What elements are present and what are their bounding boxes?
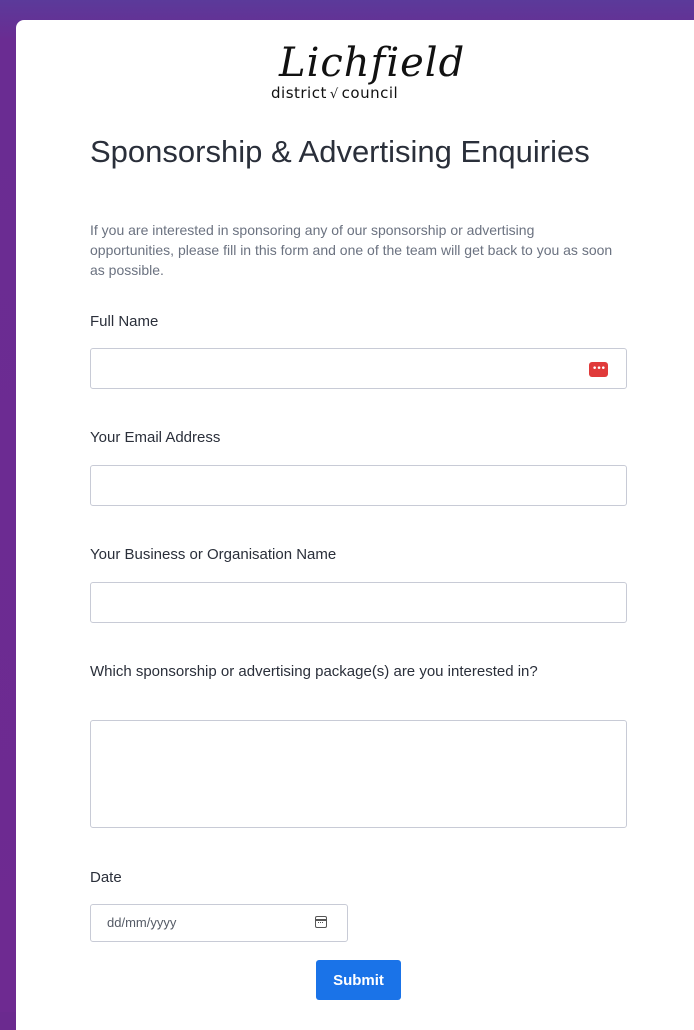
form-description: If you are interested in sponsoring any … [90, 222, 613, 278]
calendar-icon[interactable] [315, 916, 327, 928]
form-card: Lichfield district √ council Sponsorship &… [16, 20, 694, 1030]
logo-sub-right: council [341, 84, 399, 102]
lichfield-logo: Lichfield district √ council [266, 40, 466, 110]
business-name-label: Your Business or Organisation Name [90, 546, 337, 563]
submit-button[interactable]: Submit [316, 960, 401, 1000]
date-label: Date [90, 869, 122, 886]
full-name-label: Full Name [90, 313, 159, 330]
password-manager-icon[interactable]: ••• [589, 362, 608, 377]
logo-subtitle: district √ council [271, 84, 398, 102]
page-title: Sponsorship & Advertising Enquiries [90, 134, 590, 169]
date-placeholder: dd/mm/yyyy [107, 915, 177, 930]
email-input[interactable] [90, 465, 627, 506]
full-name-input[interactable]: ••• [90, 348, 627, 389]
business-name-input[interactable] [90, 582, 627, 623]
logo-sub-left: district [271, 84, 327, 102]
email-label: Your Email Address [90, 429, 221, 446]
date-input[interactable]: dd/mm/yyyy [90, 904, 348, 942]
logo-script-text: Lichfield [279, 40, 466, 86]
package-label: Which sponsorship or advertising package… [90, 663, 538, 680]
logo-tick-icon: √ [329, 87, 339, 102]
package-textarea[interactable] [90, 720, 627, 828]
